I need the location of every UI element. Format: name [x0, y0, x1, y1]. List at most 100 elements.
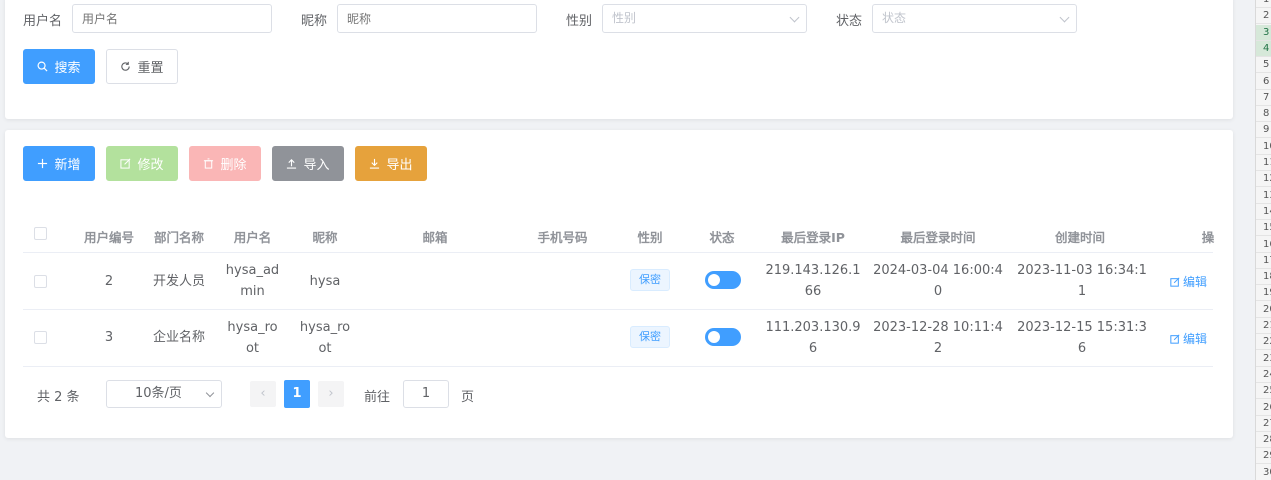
import-button-label: 导入 [303, 158, 330, 173]
row-number: 26 [1256, 400, 1271, 416]
row-number: 24 [1256, 367, 1271, 383]
row-number: 8 [1256, 106, 1271, 123]
row-number: 5 [1256, 57, 1271, 74]
divider [23, 252, 1213, 253]
page-size-select[interactable]: 10条/页 [106, 380, 222, 408]
status-select[interactable]: 状态 [872, 4, 1077, 33]
chevron-down-icon [205, 388, 215, 398]
nickname-input[interactable] [337, 4, 537, 33]
search-button-label: 搜索 [54, 61, 81, 76]
row-number: 18 [1256, 269, 1271, 286]
edit-button[interactable]: 修改 [106, 146, 178, 181]
row-checkbox[interactable] [34, 275, 47, 288]
plus-icon [38, 158, 48, 169]
nickname-label: 昵称 [301, 14, 328, 29]
cell-login-line2: 2 [933, 341, 943, 356]
row-number: 15 [1256, 220, 1271, 237]
gender-placeholder: 性别 [612, 11, 637, 25]
column-header[interactable]: 最后登录IP [763, 227, 863, 246]
gender-label: 性别 [566, 14, 593, 29]
cell-last-login-time: 2024-03-04 16:00:4 0 [873, 260, 1003, 302]
export-button-label: 导出 [386, 158, 413, 173]
prev-page-button[interactable]: ‹ [250, 381, 276, 407]
cell-ip-line2: 6 [808, 341, 818, 356]
goto-page-input[interactable]: 1 [403, 380, 449, 408]
column-header[interactable]: 部门名称 [147, 227, 211, 246]
edit-icon [1170, 276, 1180, 287]
status-switch[interactable] [705, 328, 741, 346]
cell-ip-line2: 66 [804, 284, 822, 299]
cell-last-login-ip: 111.203.130.9 6 [763, 317, 863, 359]
column-header[interactable]: 操 [1193, 227, 1223, 246]
add-button[interactable]: 新增 [23, 146, 95, 181]
edit-row-link[interactable]: 编辑 [1170, 273, 1207, 290]
select-all-checkbox[interactable] [34, 227, 47, 240]
cell-last-login-ip: 219.143.126.1 66 [763, 260, 863, 302]
row-number: 19 [1256, 285, 1271, 302]
row-number: 13 [1256, 188, 1271, 204]
row-number: 25 [1256, 383, 1271, 400]
cell-username-line1: hysa_ad [225, 263, 280, 278]
cell-nickname-line2: ot [318, 341, 332, 356]
row-checkbox[interactable] [34, 331, 47, 344]
column-header[interactable]: 状态 [697, 227, 747, 246]
delete-button-label: 删除 [220, 158, 247, 173]
next-page-button[interactable]: › [318, 381, 344, 407]
user-table-panel: 新增 修改 删除 导入 导出 用户编号 部门名称 用户名 昵称 邮箱 手机号码 … [5, 130, 1233, 438]
divider [23, 366, 1213, 367]
chevron-down-icon [1059, 12, 1070, 23]
page-number-button[interactable]: 1 [284, 380, 310, 408]
cell-user-id: 3 [104, 330, 114, 345]
page-unit-label: 页 [461, 390, 475, 405]
column-header[interactable]: 最后登录时间 [883, 227, 993, 246]
pagination-total: 共 2 条 [37, 390, 80, 405]
reset-button[interactable]: 重置 [106, 49, 178, 84]
column-header[interactable]: 用户编号 [77, 227, 141, 246]
status-switch[interactable] [705, 271, 741, 289]
gender-tag: 保密 [630, 269, 670, 291]
search-panel: 用户名 昵称 性别 性别 状态 状态 搜索 重置 [5, 0, 1233, 119]
row-number: 23 [1256, 351, 1271, 367]
column-header[interactable]: 创建时间 [1035, 227, 1125, 246]
cell-nickname: hysa [309, 274, 341, 289]
export-button[interactable]: 导出 [355, 146, 427, 181]
username-input[interactable] [72, 4, 272, 33]
row-number: 11 [1256, 155, 1271, 171]
delete-button[interactable]: 删除 [189, 146, 261, 181]
edit-row-label: 编辑 [1183, 332, 1208, 346]
column-header[interactable]: 昵称 [300, 227, 350, 246]
import-button[interactable]: 导入 [272, 146, 344, 181]
row-number: 3 [1256, 24, 1271, 41]
status-placeholder: 状态 [882, 11, 907, 25]
cell-created-time: 2023-11-03 16:34:1 1 [1017, 260, 1147, 302]
search-icon [37, 61, 48, 72]
reset-button-label: 重置 [137, 61, 164, 76]
page-size-value: 10条/页 [135, 386, 182, 401]
divider [23, 309, 1213, 310]
column-header[interactable]: 手机号码 [525, 227, 600, 246]
cell-created-line1: 2023-12-15 15:31:3 [1017, 320, 1147, 335]
cell-username: hysa_ro ot [220, 317, 285, 359]
cell-login-line2: 0 [933, 284, 943, 299]
row-number: 29 [1256, 448, 1271, 465]
goto-label: 前往 [364, 390, 391, 405]
column-header[interactable]: 邮箱 [410, 227, 460, 246]
edit-row-link[interactable]: 编辑 [1170, 330, 1207, 347]
gender-select[interactable]: 性别 [602, 4, 807, 33]
row-number: 28 [1256, 432, 1271, 449]
search-button[interactable]: 搜索 [23, 49, 95, 84]
row-number: 20 [1256, 302, 1271, 318]
download-icon [370, 158, 380, 169]
row-number: 16 [1256, 237, 1271, 253]
cell-username: hysa_ad min [220, 260, 285, 302]
row-number: 30 [1256, 465, 1271, 480]
edit-row-label: 编辑 [1183, 275, 1208, 289]
background-row-numbers: 1234567891011121314151617181920212223242… [1255, 0, 1271, 480]
row-number: 9 [1256, 122, 1271, 139]
cell-created-line1: 2023-11-03 16:34:1 [1017, 263, 1147, 278]
column-header[interactable]: 性别 [625, 227, 675, 246]
row-number: 21 [1256, 318, 1271, 334]
status-label: 状态 [836, 14, 863, 29]
column-header[interactable]: 用户名 [225, 227, 280, 246]
upload-icon [287, 159, 297, 169]
